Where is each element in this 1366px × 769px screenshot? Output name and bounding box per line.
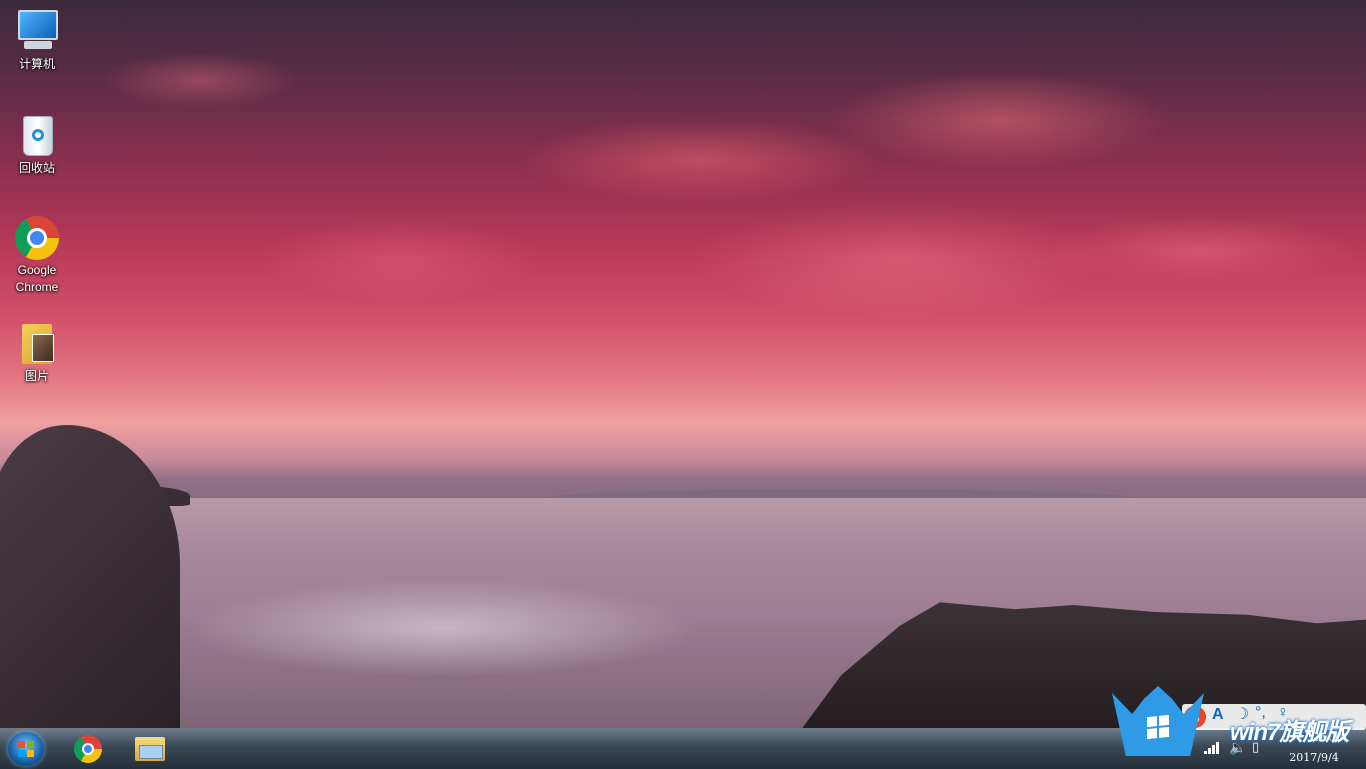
chrome-icon bbox=[74, 735, 102, 763]
network-signal-icon[interactable] bbox=[1204, 742, 1220, 754]
desktop-icon-label: Google Chrome bbox=[15, 263, 59, 294]
windows-logo-icon bbox=[1147, 714, 1169, 740]
desktop-icon-pictures[interactable]: 图片 bbox=[2, 320, 72, 385]
desktop-icon-chrome[interactable]: Google Chrome bbox=[2, 216, 72, 296]
desktop-icon-recycle-bin[interactable]: 回收站 bbox=[2, 112, 72, 177]
desktop-icon-computer[interactable]: 计算机 bbox=[2, 8, 72, 73]
ime-mode-toggle[interactable]: A bbox=[1212, 706, 1224, 724]
sunset-clouds bbox=[0, 0, 1366, 430]
taskbar-chrome-button[interactable] bbox=[60, 732, 116, 766]
chrome-icon bbox=[15, 216, 59, 260]
tray-time[interactable]: 22:00 bbox=[1292, 730, 1362, 745]
volume-icon[interactable]: 🔈 bbox=[1229, 739, 1246, 756]
computer-icon bbox=[14, 8, 60, 54]
desktop-icon-label: 回收站 bbox=[18, 161, 55, 175]
pictures-folder-icon bbox=[14, 320, 60, 366]
desktop-icon-label: 计算机 bbox=[18, 57, 55, 71]
recycle-bin-icon bbox=[14, 112, 60, 158]
tray-date[interactable]: 2017/9/4 bbox=[1284, 751, 1344, 764]
wave-foam bbox=[170, 540, 850, 700]
power-icon[interactable]: ▯ bbox=[1252, 739, 1259, 755]
desktop-wallpaper bbox=[0, 0, 1366, 728]
windows-start-icon bbox=[18, 741, 34, 757]
desktop-icon-label: 图片 bbox=[24, 369, 49, 383]
start-button[interactable] bbox=[8, 732, 44, 766]
taskbar-explorer-button[interactable] bbox=[122, 732, 178, 766]
file-explorer-icon bbox=[135, 737, 165, 761]
rock-left bbox=[0, 425, 180, 728]
